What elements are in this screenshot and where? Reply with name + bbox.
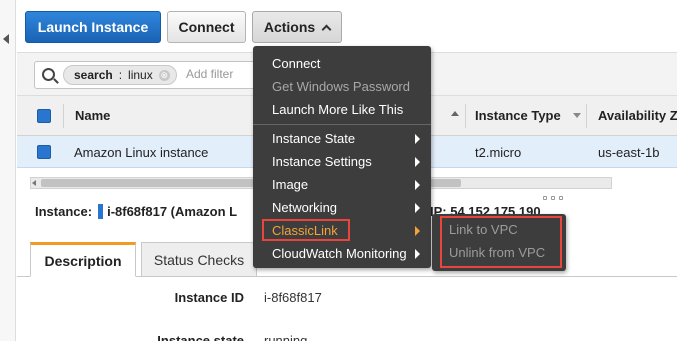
instance-label: Instance: — [35, 204, 93, 219]
column-divider — [586, 104, 587, 128]
search-icon — [42, 68, 55, 81]
select-all-checkbox[interactable] — [37, 109, 51, 123]
column-header-availability-zone[interactable]: Availability Z — [598, 108, 677, 123]
grip-dot-icon — [559, 196, 563, 200]
column-divider — [63, 104, 64, 128]
submenu-item-link-to-vpc: Link to VPC — [449, 222, 518, 237]
actions-dropdown-menu: Connect Get Windows Password Launch More… — [253, 46, 431, 268]
grip-dot-icon — [551, 196, 555, 200]
add-filter-placeholder[interactable]: Add filter — [186, 67, 233, 81]
chevron-right-icon — [415, 249, 420, 259]
scroll-left-icon[interactable] — [32, 180, 36, 186]
search-input[interactable]: search : linux ⊗ Add filter — [34, 61, 274, 89]
grip-dot-icon — [543, 196, 547, 200]
chevron-right-icon — [415, 134, 420, 144]
chevron-right-icon — [415, 157, 420, 167]
sort-ascending-icon[interactable] — [451, 111, 459, 116]
collapse-arrow-icon[interactable] — [3, 34, 9, 44]
sort-icon[interactable] — [573, 113, 581, 118]
column-divider — [465, 104, 466, 128]
panel-resize-handle[interactable] — [543, 196, 563, 200]
cell-name: Amazon Linux instance — [74, 145, 209, 160]
menu-item-networking[interactable]: Networking — [272, 200, 337, 215]
left-panel-gutter — [0, 0, 16, 341]
launch-instance-button[interactable]: Launch Instance — [25, 11, 161, 43]
instance-color-marker — [98, 204, 104, 219]
detail-value-instance-state: running — [264, 333, 308, 341]
chevron-right-icon — [415, 226, 420, 236]
connect-button[interactable]: Connect — [167, 11, 246, 43]
column-header-name[interactable]: Name — [75, 108, 110, 123]
menu-item-cloudwatch-monitoring[interactable]: CloudWatch Monitoring — [272, 246, 407, 261]
menu-item-connect[interactable]: Connect — [272, 56, 320, 71]
submenu-item-unlink-from-vpc: Unlink from VPC — [449, 245, 546, 260]
detail-label-instance-id: Instance ID — [174, 290, 244, 305]
menu-item-classiclink[interactable]: ClassicLink — [272, 223, 338, 238]
menu-item-image[interactable]: Image — [272, 177, 308, 192]
chevron-up-icon — [321, 24, 332, 34]
filter-token-separator: : — [118, 68, 123, 82]
actions-button-label: Actions — [263, 19, 316, 35]
menu-item-instance-settings[interactable]: Instance Settings — [272, 154, 372, 169]
search-filter-token[interactable]: search : linux ⊗ — [63, 65, 177, 85]
cell-availability-zone: us-east-1b — [598, 145, 660, 160]
menu-item-instance-state[interactable]: Instance State — [272, 131, 355, 146]
detail-value-instance-id: i-8f68f817 — [264, 290, 322, 305]
filter-token-value: linux — [128, 68, 153, 82]
menu-item-get-windows-password: Get Windows Password — [272, 79, 410, 94]
chevron-right-icon — [415, 203, 420, 213]
selected-instance-summary: Instance: i-8f68f817 (Amazon L — [35, 204, 237, 219]
instance-id-text: i-8f68f817 (Amazon L — [107, 204, 238, 219]
column-header-instance-type[interactable]: Instance Type — [475, 108, 561, 123]
chevron-right-icon — [415, 180, 420, 190]
close-icon[interactable]: ⊗ — [158, 69, 170, 81]
row-checkbox[interactable] — [37, 145, 51, 159]
tab-status-checks[interactable]: Status Checks — [141, 242, 257, 277]
cell-instance-type: t2.micro — [475, 145, 522, 160]
tab-description[interactable]: Description — [30, 242, 136, 277]
detail-label-instance-state: Instance state — [157, 333, 244, 341]
menu-item-launch-more-like-this[interactable]: Launch More Like This — [272, 102, 403, 117]
actions-button[interactable]: Actions — [252, 11, 342, 43]
menu-divider — [253, 124, 431, 125]
filter-token-key: search — [74, 68, 113, 82]
